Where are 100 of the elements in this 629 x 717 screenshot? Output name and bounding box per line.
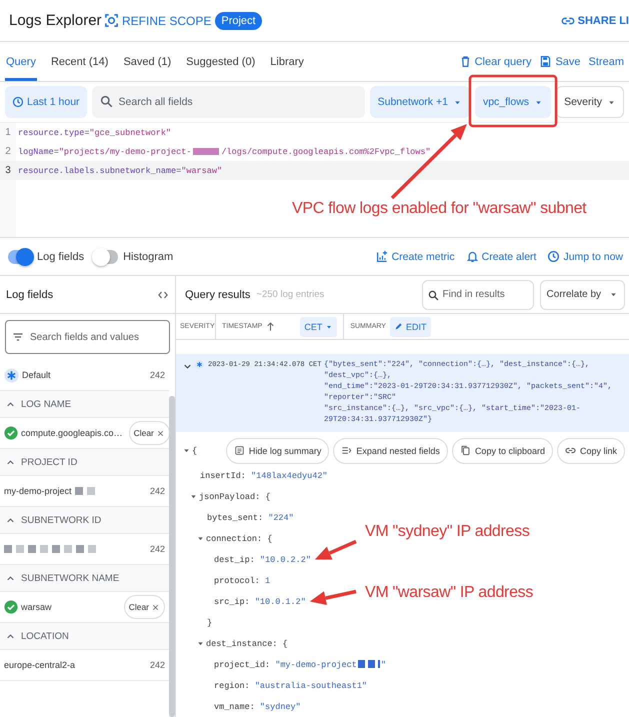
panel-title: Query results — [185, 288, 250, 300]
json-line: src_ip: "10.0.1.2" — [214, 596, 306, 606]
find-field[interactable]: Find in results — [422, 280, 534, 310]
app-title: Logs Explorer — [9, 12, 103, 29]
group-heading[interactable]: SUBNETWORK NAME — [0, 565, 169, 592]
count-label: 242 — [150, 544, 165, 554]
group-heading[interactable]: PROJECT ID — [0, 449, 169, 476]
time-range-button[interactable]: Last 1 hour — [5, 86, 87, 118]
toggle-switch[interactable] — [8, 250, 32, 264]
json-line: vm_name: "sydney" — [214, 702, 301, 712]
save-button[interactable]: Save — [539, 42, 581, 81]
clear-query-button[interactable]: Clear query — [458, 42, 532, 81]
create-metric-button[interactable]: Create metric — [376, 250, 455, 263]
group-title: PROJECT ID — [21, 456, 78, 468]
scrollbar[interactable] — [169, 360, 175, 717]
field-value-label: Default — [22, 370, 52, 380]
jump-to-now-button[interactable]: Jump to now — [547, 250, 623, 263]
group-heading[interactable]: SUBNETWORK ID — [0, 507, 169, 534]
copy-button[interactable]: Copy to clipboard — [452, 438, 553, 464]
json-line: { — [192, 446, 198, 456]
toggle-switch[interactable] — [94, 250, 118, 264]
share-link-button[interactable]: SHARE LI — [560, 14, 629, 28]
code-text: resource.labels.subnetwork_name="warsaw" — [17, 166, 222, 176]
scope-icon — [104, 13, 119, 28]
copy-link-button[interactable]: Copy link — [556, 438, 625, 464]
search-field[interactable]: Search all fields — [92, 86, 365, 118]
group-title: SUBNETWORK ID — [21, 514, 102, 526]
filter-dropdown[interactable]: Subnetwork +1 — [370, 86, 470, 118]
tab[interactable]: Saved (1) — [122, 42, 172, 81]
save-icon — [539, 55, 552, 68]
line-number: 3 — [4, 165, 12, 176]
json-line: dest_ip: "10.0.2.2" — [214, 554, 311, 564]
json-line: project_id: "my-demo-project " — [214, 660, 386, 670]
toggle-label: Histogram — [123, 250, 174, 262]
json-line: protocol: 1 — [214, 576, 270, 586]
filter-dropdown[interactable]: vpc_flows — [474, 86, 552, 118]
json-line: bytes_sent: "224" — [207, 512, 294, 522]
json-line: } — [207, 618, 212, 628]
edit-columns-button[interactable]: EDIT — [390, 316, 430, 336]
arrow — [314, 540, 357, 560]
filter-dropdown[interactable]: Severity — [556, 86, 624, 118]
asterisk-icon — [4, 368, 19, 382]
chart-icon — [376, 250, 389, 263]
panel-title: Log fields — [6, 288, 54, 300]
expand-fields-button[interactable]: Expand nested fields — [333, 438, 448, 464]
hide-summary-button[interactable]: Hide log summary — [226, 438, 330, 464]
refine-scope-button[interactable]: REFINE SCOPE — [104, 13, 212, 28]
json-line: dest_instance: { — [206, 638, 288, 648]
group-title: LOG NAME — [21, 398, 72, 410]
count-label: 242 — [150, 370, 165, 380]
annotation-text: VM "warsaw" IP address — [365, 584, 534, 602]
bell-icon — [466, 250, 479, 263]
group-title: SUBNETWORK NAME — [21, 572, 120, 584]
toggle-label: Log fields — [37, 250, 84, 262]
link-icon — [564, 445, 576, 456]
search-field[interactable]: Search fields and values — [5, 320, 170, 354]
count-label: 242 — [150, 660, 165, 670]
json-line: connection: { — [206, 534, 272, 544]
sort-arrow-icon — [265, 321, 276, 332]
clear-button[interactable]: Clear — [124, 595, 165, 619]
close-icon — [156, 428, 165, 438]
group-heading[interactable]: LOG NAME — [0, 391, 169, 418]
close-icon — [151, 602, 160, 612]
json-line: jsonPayload: { — [199, 492, 270, 502]
line-number: 1 — [4, 127, 12, 138]
arrow — [310, 590, 356, 605]
tab[interactable]: Recent (14) — [50, 42, 110, 81]
entry-count: ~250 log entries — [256, 289, 324, 300]
create-alert-button[interactable]: Create alert — [466, 250, 536, 263]
tab[interactable]: Query — [5, 42, 37, 81]
field-value-label: warsaw — [21, 602, 52, 612]
severity-icon — [195, 360, 204, 369]
line-number: 2 — [4, 146, 12, 157]
clock-icon — [547, 250, 560, 263]
scope-chip: Project — [215, 12, 262, 30]
timezone-dropdown[interactable]: CET — [300, 316, 338, 336]
tab[interactable]: Suggested (0) — [185, 42, 256, 81]
clock-icon — [12, 96, 24, 108]
correlate-dropdown[interactable]: Correlate by — [540, 280, 625, 310]
annotation-text: VM "sydney" IP address — [365, 522, 530, 540]
stream-button[interactable]: Stream — [588, 42, 624, 81]
field-value-label: my-demo-project — [4, 486, 72, 496]
field-value-label: europe-central2-a — [4, 660, 76, 670]
summary-icon — [234, 445, 245, 456]
json-line: region: "australia-southeast1" — [214, 680, 368, 690]
list-icon — [341, 445, 352, 456]
json-line: insertId: "148lax4edyu42" — [200, 470, 328, 480]
copy-icon — [460, 445, 471, 456]
pencil-icon — [394, 322, 403, 331]
code-text: resource.type="gce_subnetwork" — [17, 128, 172, 138]
field-value-label: compute.googleapis.co… — [21, 428, 123, 438]
search-icon — [100, 95, 113, 108]
count-label: 242 — [150, 486, 165, 496]
code-text: logName="projects/my-demo-project- /logs/compute.googleapis.com%2Fvpc_flows" — [17, 146, 431, 156]
group-heading[interactable]: LOCATION — [0, 623, 169, 650]
filter-icon — [12, 331, 24, 343]
log-entry-row[interactable] — [176, 354, 629, 432]
tab[interactable]: Library — [269, 42, 305, 81]
search-icon — [428, 290, 439, 300]
group-title: LOCATION — [21, 630, 69, 642]
